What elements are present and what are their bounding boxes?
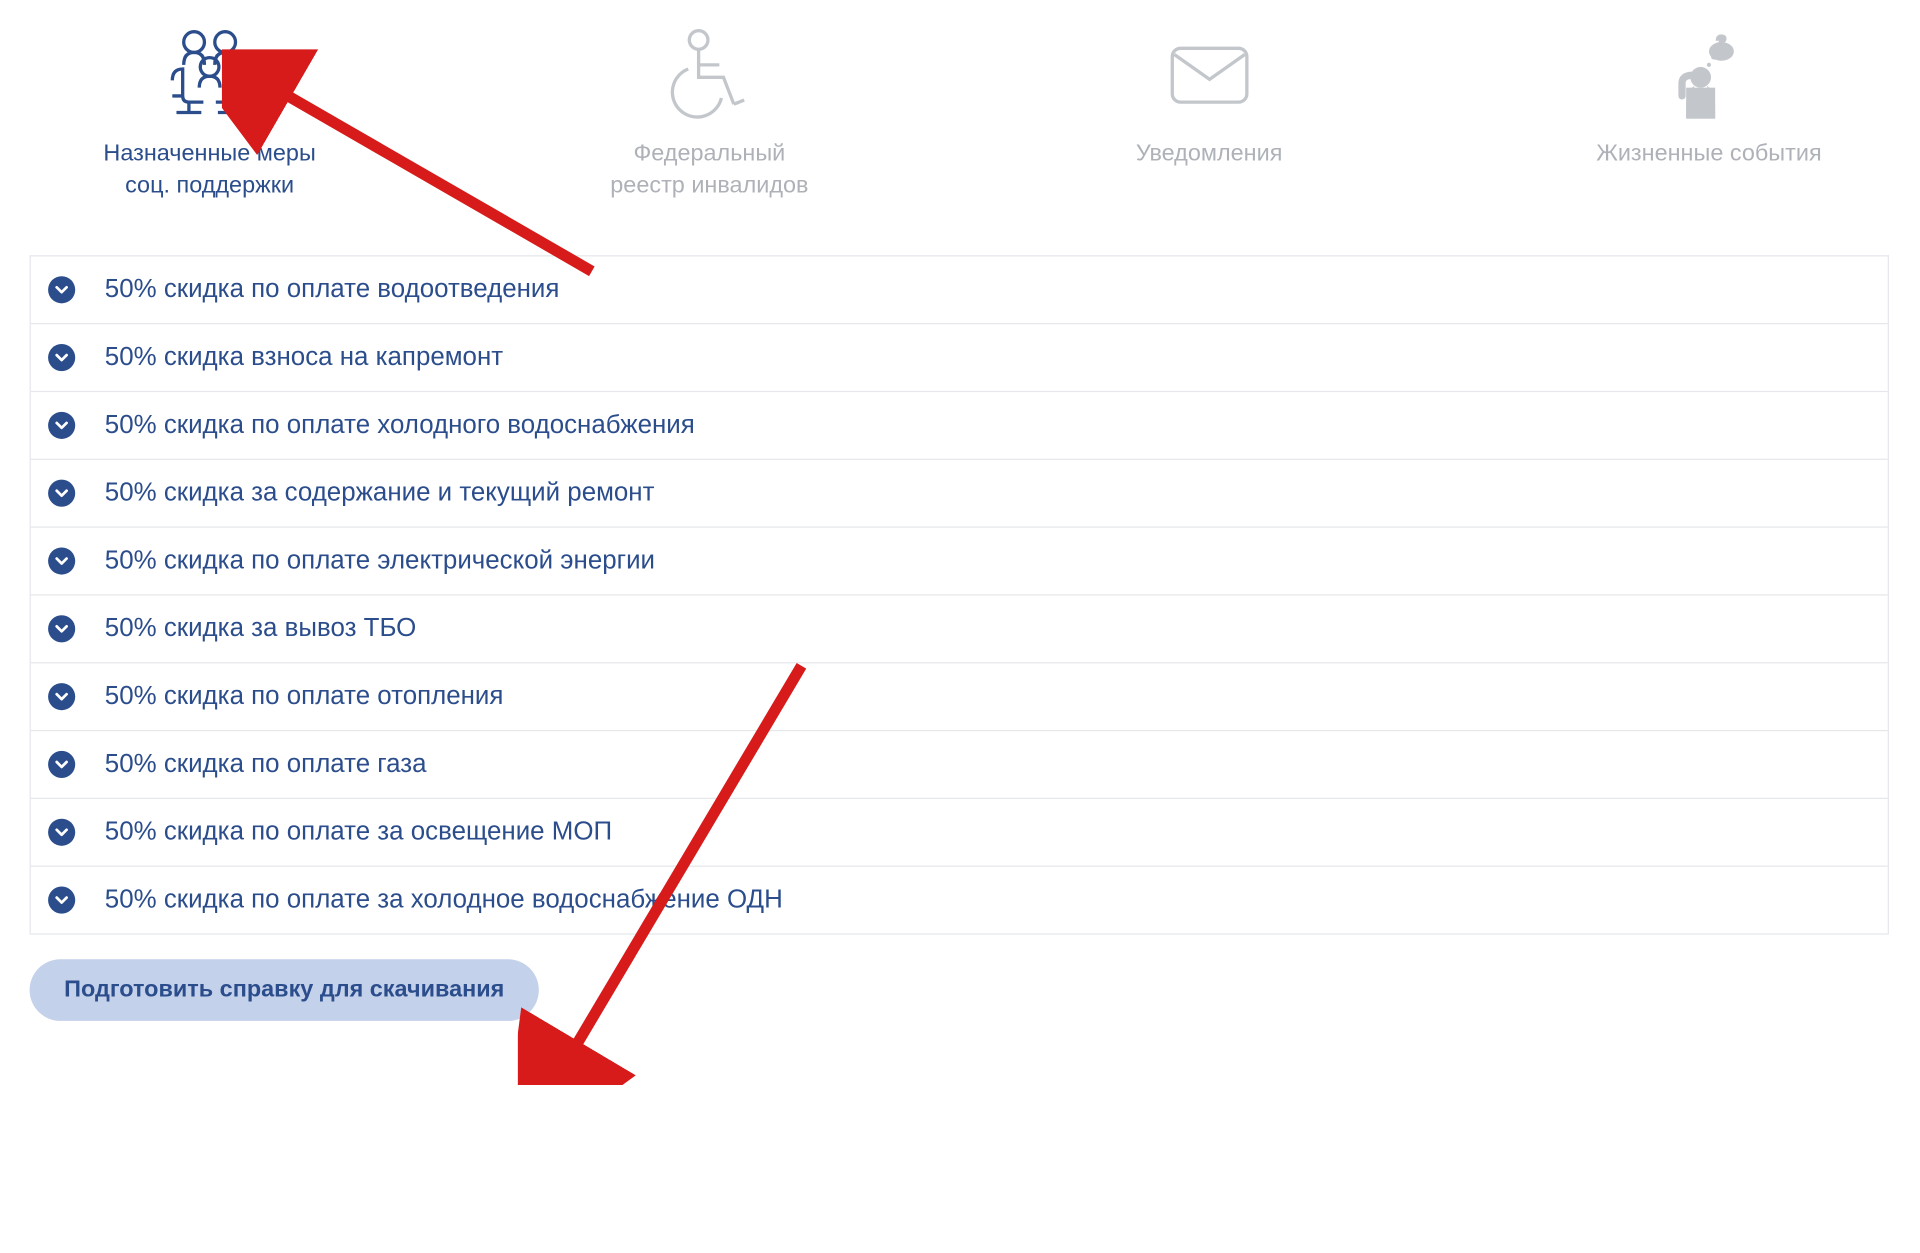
tabs-bar: Назначенные меры соц. поддержки Федераль… [0,20,1919,202]
tab-label: Уведомления [1136,138,1282,170]
chevron-down-icon [48,887,75,914]
list-item-label: 50% скидка по оплате электрической энерг… [105,547,655,577]
thinking-person-icon: ? [1653,20,1764,131]
tab-label: Жизненные события [1596,138,1821,170]
list-item[interactable]: 50% скидка по оплате электрической энерг… [31,528,1888,596]
list-item-label: 50% скидка по оплате водоотведения [105,275,560,305]
tab-notifications[interactable]: Уведомления [1037,20,1382,202]
chevron-down-icon [48,751,75,778]
list-item-label: 50% скидка по оплате за освещение МОП [105,818,612,848]
chevron-down-icon [48,480,75,507]
list-item-label: 50% скидка по оплате газа [105,750,427,780]
chevron-down-icon [48,683,75,710]
chevron-down-icon [48,412,75,439]
list-item-label: 50% скидка по оплате холодного водоснабж… [105,411,695,441]
svg-text:?: ? [1717,34,1726,50]
discounts-list: 50% скидка по оплате водоотведения 50% с… [30,256,1889,935]
chevron-down-icon [48,616,75,643]
list-item[interactable]: 50% скидка по оплате отопления [31,664,1888,732]
list-item[interactable]: 50% скидка по оплате водоотведения [31,257,1888,325]
wheelchair-icon [654,20,765,131]
tab-label: Назначенные меры соц. поддержки [103,138,315,201]
list-item[interactable]: 50% скидка по оплате за освещение МОП [31,799,1888,867]
list-item-label: 50% скидка за содержание и текущий ремон… [105,479,655,509]
prepare-download-button[interactable]: Подготовить справку для скачивания [30,960,539,1022]
tab-label: Федеральный реестр инвалидов [610,138,808,201]
list-item-label: 50% скидка взноса на капремонт [105,343,503,373]
list-item[interactable]: 50% скидка за вывоз ТБО [31,596,1888,664]
tab-life-events[interactable]: ? Жизненные события [1536,20,1881,202]
envelope-icon [1154,20,1265,131]
chevron-down-icon [48,548,75,575]
list-item[interactable]: 50% скидка по оплате холодного водоснабж… [31,392,1888,460]
chevron-down-icon [48,277,75,304]
chevron-down-icon [48,344,75,371]
tab-disability-registry[interactable]: Федеральный реестр инвалидов [537,20,882,202]
chevron-down-icon [48,819,75,846]
list-item-label: 50% скидка по оплате за холодное водосна… [105,886,783,916]
tab-social-support[interactable]: Назначенные меры соц. поддержки [37,20,382,202]
list-item[interactable]: 50% скидка по оплате за холодное водосна… [31,867,1888,935]
list-item[interactable]: 50% скидка по оплате газа [31,732,1888,800]
list-item[interactable]: 50% скидка взноса на капремонт [31,325,1888,393]
family-icon [154,20,265,131]
list-item-label: 50% скидка по оплате отопления [105,682,504,712]
list-item-label: 50% скидка за вывоз ТБО [105,614,417,644]
list-item[interactable]: 50% скидка за содержание и текущий ремон… [31,460,1888,528]
